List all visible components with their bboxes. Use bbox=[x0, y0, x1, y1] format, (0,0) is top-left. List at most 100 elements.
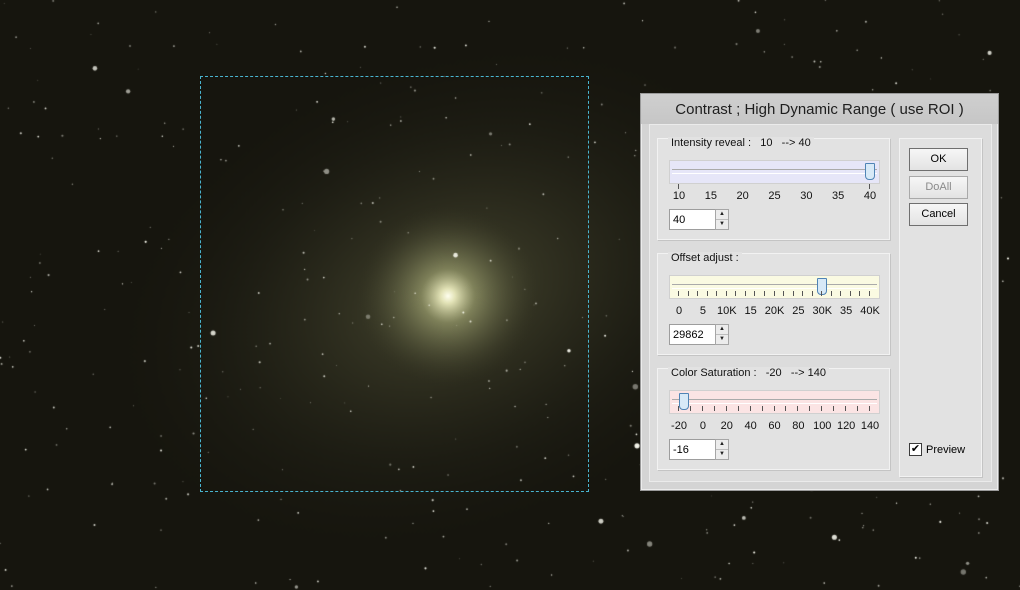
button-panel: OK DoAll Cancel ✔ Preview bbox=[899, 138, 982, 477]
scale-tick-label: 120 bbox=[836, 420, 856, 432]
scale-tick-label: 10K bbox=[716, 305, 737, 317]
slider-tick bbox=[744, 291, 746, 296]
slider-tick bbox=[697, 291, 699, 296]
intensity-label: Intensity reveal : 10 --> 40 bbox=[668, 137, 814, 149]
scale-tick-label: 20 bbox=[720, 420, 733, 432]
offset-label: Offset adjust : bbox=[668, 252, 742, 264]
scale-tick-label: 30K bbox=[812, 305, 833, 317]
slider-tick bbox=[869, 291, 870, 296]
slider-tick bbox=[869, 184, 870, 189]
slider-tick bbox=[773, 291, 775, 296]
slider-tick bbox=[725, 406, 727, 411]
slider-tick bbox=[687, 291, 689, 296]
slider-tick bbox=[754, 291, 756, 296]
slider-tick bbox=[678, 291, 679, 296]
intensity-value-field[interactable] bbox=[669, 209, 716, 230]
intensity-scale: 10 15 20 25 30 35 40 bbox=[662, 190, 886, 204]
slider-tick bbox=[737, 406, 739, 411]
scale-tick-label: 20 bbox=[736, 190, 749, 202]
intensity-spinbox[interactable]: ▲ ▼ bbox=[669, 209, 730, 230]
slider-tick bbox=[811, 291, 813, 296]
saturation-spinbox[interactable]: ▲ ▼ bbox=[669, 439, 730, 460]
intensity-group: Intensity reveal : 10 --> 40 10 15 20 25 30 3… bbox=[657, 137, 890, 240]
scale-tick-label: -20 bbox=[671, 420, 687, 432]
spin-up-icon[interactable]: ▲ bbox=[716, 210, 728, 220]
scale-tick-label: 40 bbox=[863, 190, 877, 202]
scale-tick-label: 100 bbox=[813, 420, 832, 432]
ok-button[interactable]: OK bbox=[909, 148, 968, 171]
saturation-value-field[interactable] bbox=[669, 439, 716, 460]
spin-down-icon[interactable]: ▼ bbox=[716, 450, 728, 459]
saturation-label: Color Saturation : -20 --> 140 bbox=[668, 367, 829, 379]
slider-tick bbox=[785, 406, 787, 411]
scale-tick-label: 10 bbox=[672, 190, 686, 202]
slider-tick bbox=[689, 406, 691, 411]
scale-tick-label: 35 bbox=[840, 305, 853, 317]
scale-tick-label: 15 bbox=[704, 190, 717, 202]
slider-tick bbox=[833, 406, 835, 411]
slider-tick bbox=[802, 291, 804, 296]
slider-tick bbox=[716, 291, 718, 296]
roi-selection[interactable] bbox=[200, 76, 589, 492]
scale-tick-label: 35 bbox=[832, 190, 845, 202]
slider-tick bbox=[713, 406, 715, 411]
scale-tick-label: 60 bbox=[768, 420, 781, 432]
slider-tick bbox=[735, 291, 737, 296]
scale-tick-label: 40K bbox=[860, 305, 880, 317]
cancel-button[interactable]: Cancel bbox=[909, 203, 968, 226]
slider-tick bbox=[763, 291, 765, 296]
scale-tick-label: 20K bbox=[764, 305, 785, 317]
spin-down-icon[interactable]: ▼ bbox=[716, 220, 728, 229]
offset-spinbox[interactable]: ▲ ▼ bbox=[669, 324, 730, 345]
spin-down-icon[interactable]: ▼ bbox=[716, 335, 728, 344]
slider-tick bbox=[859, 291, 861, 296]
spin-buttons: ▲ ▼ bbox=[715, 324, 729, 345]
slider-tick bbox=[792, 291, 794, 296]
scale-tick-label: 5 bbox=[699, 305, 706, 317]
dialog-client: Intensity reveal : 10 --> 40 10 15 20 25 30 3… bbox=[649, 124, 992, 482]
slider-rail bbox=[672, 284, 877, 289]
scale-tick-label: 0 bbox=[675, 305, 683, 317]
intensity-slider[interactable] bbox=[669, 160, 880, 184]
preview-label: Preview bbox=[926, 443, 966, 456]
contrast-dialog: Contrast ; High Dynamic Range ( use ROI … bbox=[640, 93, 999, 491]
slider-tick bbox=[840, 291, 842, 296]
slider-tick bbox=[830, 291, 832, 296]
slider-tick bbox=[849, 291, 851, 296]
intensity-slider-thumb[interactable] bbox=[865, 163, 875, 180]
spin-buttons: ▲ ▼ bbox=[715, 209, 729, 230]
scale-tick-label: 80 bbox=[792, 420, 805, 432]
slider-tick bbox=[701, 406, 703, 411]
scale-tick-label: 40 bbox=[744, 420, 757, 432]
doall-button[interactable]: DoAll bbox=[909, 176, 968, 199]
slider-tick bbox=[845, 406, 847, 411]
slider-tick bbox=[821, 291, 823, 296]
spin-buttons: ▲ ▼ bbox=[715, 439, 729, 460]
offset-scale: 0 5 10K 15 20K 25 30K 35 40K bbox=[662, 305, 886, 319]
saturation-scale: -20 0 20 40 60 80 100 120 140 bbox=[662, 420, 886, 434]
offset-group: Offset adjust : 0 5 10K 15 20K 25 30K 35 40K ▲ ▼ bbox=[657, 252, 890, 355]
scale-tick-label: 30 bbox=[800, 190, 813, 202]
offset-value-field[interactable] bbox=[669, 324, 716, 345]
offset-ticks bbox=[669, 291, 878, 297]
slider-tick bbox=[749, 406, 751, 411]
slider-tick bbox=[678, 406, 679, 411]
slider-tick bbox=[725, 291, 727, 296]
slider-tick bbox=[761, 406, 763, 411]
slider-tick bbox=[869, 406, 870, 411]
slider-tick bbox=[678, 184, 679, 189]
scale-tick-label: 25 bbox=[792, 305, 805, 317]
preview-option[interactable]: ✔ Preview bbox=[909, 443, 965, 456]
slider-tick bbox=[706, 291, 708, 296]
preview-checkbox[interactable]: ✔ bbox=[909, 443, 922, 456]
dialog-title: Contrast ; High Dynamic Range ( use ROI … bbox=[641, 94, 998, 124]
saturation-group: Color Saturation : -20 --> 140 -20 0 20 40 6… bbox=[657, 367, 890, 470]
spin-up-icon[interactable]: ▲ bbox=[716, 325, 728, 335]
scale-tick-label: 140 bbox=[860, 420, 880, 432]
scale-tick-label: 25 bbox=[768, 190, 781, 202]
scale-tick-label: 0 bbox=[699, 420, 706, 432]
slider-rail bbox=[672, 169, 877, 174]
spin-up-icon[interactable]: ▲ bbox=[716, 440, 728, 450]
scale-tick-label: 15 bbox=[744, 305, 757, 317]
slider-tick bbox=[797, 406, 799, 411]
